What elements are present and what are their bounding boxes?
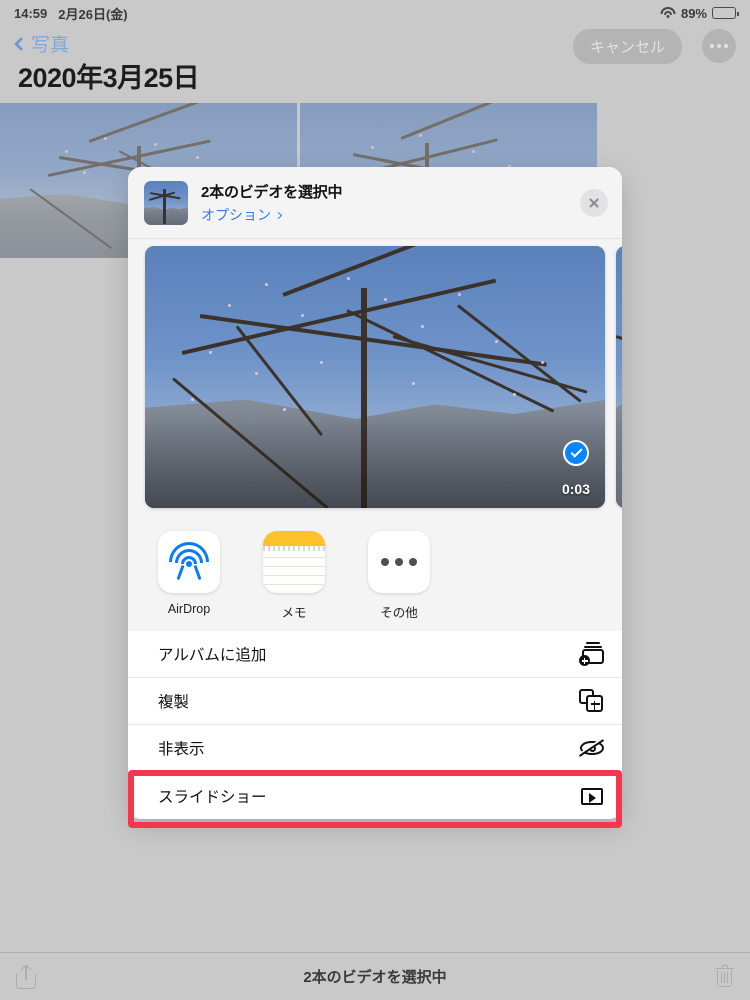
ellipsis-icon [724,44,728,48]
status-time: 14:59 [14,5,48,21]
trash-icon[interactable] [715,965,734,988]
back-label: 写真 [31,35,70,56]
video-duration: 0:03 [561,481,590,497]
share-app-airdrop[interactable]: AirDrop [150,531,228,621]
action-label: アルバムに追加 [158,647,267,664]
hide-icon [578,736,605,760]
notes-icon [263,531,325,593]
action-label: 非表示 [158,741,205,758]
share-app-label: その他 [380,606,418,620]
share-sheet-header-text: 2本のビデオを選択中 オプション [201,181,580,225]
status-bar: 14:59 2月26日(金) 89% [0,0,750,26]
share-app-notes[interactable]: メモ [255,531,333,621]
share-app-label: メモ [281,606,307,620]
share-sheet-header: 2本のビデオを選択中 オプション [128,167,622,238]
page-title: 2020年3月25日 [18,63,200,93]
video-preview-card[interactable]: 0:03 [145,246,605,508]
chevron-left-icon [13,36,29,51]
battery-icon [712,7,739,19]
action-add-to-album[interactable]: アルバムに追加 [128,631,622,678]
cancel-button[interactable]: キャンセル [572,29,682,64]
options-label: オプション [201,207,271,223]
wifi-icon [660,7,676,19]
ellipsis-icon [710,44,714,48]
share-sheet: 2本のビデオを選択中 オプション 0:03 AirDrop メモ その他 アルバ… [128,167,622,819]
checkmark-circle-icon[interactable] [563,440,589,466]
back-button[interactable]: 写真 [13,30,70,57]
options-link[interactable]: オプション [201,205,580,225]
action-duplicate[interactable]: 複製 [128,678,622,725]
preview-carousel[interactable]: 0:03 [128,238,622,517]
add-to-album-icon [579,642,605,666]
more-options-button[interactable] [702,29,736,63]
video-preview-card[interactable] [616,246,622,508]
action-slideshow[interactable]: スライドショー [128,772,622,819]
bottom-toolbar: 2本のビデオを選択中 [0,952,750,1000]
duplicate-icon [579,689,605,713]
close-icon[interactable] [580,189,608,217]
slideshow-icon [579,784,605,808]
share-app-more[interactable]: その他 [360,531,438,621]
share-apps-row: AirDrop メモ その他 [128,517,622,631]
status-date: 2月26日(金) [58,6,128,22]
action-label: 複製 [158,694,190,711]
more-icon [368,531,430,593]
share-app-label: AirDrop [167,602,211,616]
action-hide[interactable]: 非表示 [128,725,622,772]
action-label: スライドショー [158,788,267,806]
share-actions-list: アルバムに追加 複製 非表示 スライドショー [128,631,622,819]
chevron-right-icon [274,211,283,219]
video-thumbnail [144,181,188,225]
battery-percent: 89% [680,5,707,21]
selection-count-label: 2本のビデオを選択中 [303,969,447,986]
share-sheet-title: 2本のビデオを選択中 [201,184,343,201]
airdrop-icon [158,531,220,593]
ellipsis-icon [717,44,721,48]
